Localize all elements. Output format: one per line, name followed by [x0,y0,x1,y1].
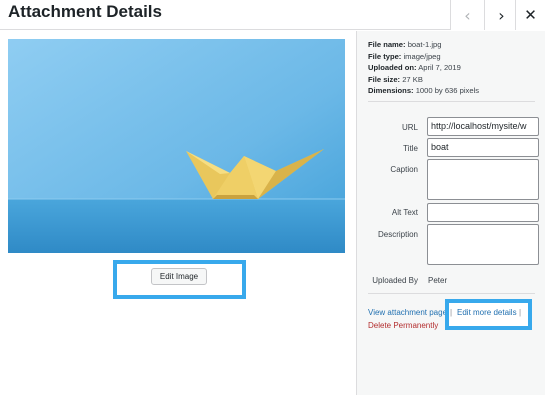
view-attachment-page-link[interactable]: View attachment page [368,308,450,317]
paper-boat-image [8,39,345,253]
attachment-details-sidebar: File name: boat-1.jpg File type: image/j… [356,31,545,395]
page-title: Attachment Details [8,2,162,21]
uploaded-by-label: Uploaded By [372,276,418,285]
file-size-row: File size: 27 KB [368,74,423,84]
title-label: Title [403,144,418,153]
close-button[interactable]: ✕ [515,0,545,30]
previous-attachment-button[interactable]: ‹ [450,0,484,30]
title-field[interactable]: boat [427,138,539,157]
alt-text-label: Alt Text [391,208,418,217]
caption-field[interactable] [427,159,539,200]
alt-text-field[interactable] [427,203,539,222]
edit-more-details-link[interactable]: Edit more details [457,308,517,317]
uploaded-on-row: Uploaded on: April 7, 2019 [368,63,461,73]
attachment-preview-panel: Edit Image [0,31,355,395]
chevron-left-icon: ‹ [464,5,471,25]
url-field[interactable]: http://localhost/mysite/w [427,117,539,136]
next-attachment-button[interactable]: › [484,0,518,30]
description-label: Description [377,230,418,239]
link-separator: | [450,308,453,317]
uploaded-by-value: Peter [428,276,448,285]
edit-details-highlight: | Edit more details | [445,299,532,330]
divider [368,101,535,102]
dimensions-row: Dimensions: 1000 by 636 pixels [368,86,480,96]
delete-permanently-link[interactable]: Delete Permanently [368,321,438,330]
url-label: URL [401,123,418,132]
file-info: File name: boat-1.jpg File type: image/j… [368,39,538,97]
file-name-row: File name: boat-1.jpg [368,40,442,49]
chevron-right-icon: › [498,5,505,25]
description-field[interactable] [427,224,539,265]
link-separator: | [519,308,522,317]
modal-header: Attachment Details ‹ › ✕ [0,0,545,30]
caption-label: Caption [390,165,418,174]
edit-image-highlight: Edit Image [113,260,246,299]
divider [368,293,535,294]
edit-image-button[interactable]: Edit Image [151,268,207,285]
file-type-row: File type: image/jpeg [368,51,441,61]
close-icon: ✕ [524,6,537,24]
